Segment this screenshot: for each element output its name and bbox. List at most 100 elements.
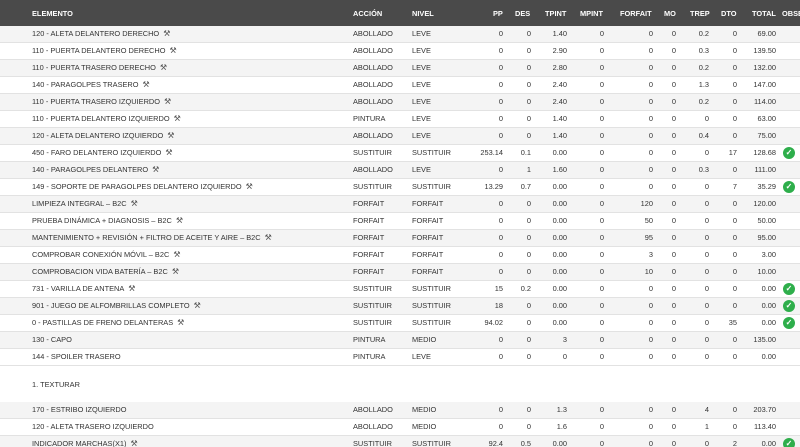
cell-tpint: 3: [563, 336, 567, 344]
cell-dto: 0: [733, 200, 737, 208]
cell-nivel-text: FORFAIT: [412, 233, 444, 242]
cell-mo-text: 0: [671, 318, 676, 327]
table-row[interactable]: 130 - CAPO PINTURA MEDIO 0 0 3 0 0 0 0 0 135.00: [0, 332, 800, 349]
cell-tpint: 0.00: [553, 149, 567, 157]
cell-des: 0: [527, 132, 531, 140]
wrench-icon[interactable]: ⚒: [167, 132, 174, 140]
wrench-icon[interactable]: ⚒: [143, 81, 150, 89]
cell-tpint: 0.00: [553, 234, 567, 242]
cell-tpint-text: 1.60: [552, 165, 567, 174]
table-row[interactable]: 731 - VARILLA DE ANTENA ⚒ SUSTITUIR SUSTITU…: [0, 281, 800, 298]
cell-forfait: 0: [649, 319, 653, 327]
cell-accion-text: ABOLLADO: [353, 422, 393, 431]
table-row[interactable]: 140 - PARAGOLPES DELANTERO ⚒ ABOLLADO LEVE 0…: [0, 162, 800, 179]
wrench-icon[interactable]: ⚒: [130, 440, 137, 447]
table-row[interactable]: LIMPIEZA INTEGRAL – B2C ⚒ FORFAIT FORFAIT 0 0…: [0, 196, 800, 213]
wrench-icon[interactable]: ⚒: [128, 285, 135, 293]
table-row[interactable]: MANTENIMIENTO + REVISIÓN + FILTRO DE ACE…: [0, 230, 800, 247]
cell-trep-text: 1: [704, 422, 709, 431]
header-dto[interactable]: DTO: [721, 9, 736, 18]
wrench-icon[interactable]: ⚒: [160, 64, 167, 72]
cell-trep: 0: [705, 217, 709, 225]
cell-total-text: 113.40: [753, 422, 776, 431]
cell-trep-text: 0: [704, 335, 709, 344]
header-mo[interactable]: MO: [664, 9, 676, 18]
cell-forfait: 0: [649, 423, 653, 431]
header-total[interactable]: TOTAL: [752, 9, 776, 18]
wrench-icon[interactable]: ⚒: [194, 302, 201, 310]
header-obse[interactable]: OBSE: [782, 9, 800, 18]
table-row[interactable]: 170 - ESTRIBO IZQUIERDO ABOLLADO MEDIO 0 0 1.…: [0, 402, 800, 419]
wrench-icon[interactable]: ⚒: [173, 251, 180, 259]
wrench-icon[interactable]: ⚒: [246, 183, 253, 191]
table-row[interactable]: 120 - ALETA DELANTERO DERECHO ⚒ ABOLLADO LE…: [0, 26, 800, 43]
cell-accion-text: ABOLLADO: [353, 405, 393, 414]
cell-forfait: 0: [649, 336, 653, 344]
cell-des: 0: [527, 251, 531, 259]
header-mpint[interactable]: MPINT: [580, 9, 603, 18]
cell-elemento-text: 120 - ALETA TRASERO IZQUIERDO: [32, 422, 154, 431]
cell-nivel: MEDIO: [412, 423, 436, 431]
table-row[interactable]: 110 - PUERTA TRASERO DERECHO ⚒ ABOLLADO LEV…: [0, 60, 800, 77]
cell-accion: FORFAIT: [353, 217, 384, 225]
cell-trep: 0: [705, 200, 709, 208]
table-row[interactable]: COMPROBACION VIDA BATERÍA – B2C ⚒ FORFAIT F…: [0, 264, 800, 281]
table-row[interactable]: PRUEBA DINÁMICA + DIAGNOSIS – B2C ⚒ FORFAI…: [0, 213, 800, 230]
header-tpint[interactable]: TPINT: [545, 9, 566, 18]
cell-dto: 0: [733, 406, 737, 414]
wrench-icon[interactable]: ⚒: [177, 319, 184, 327]
cell-trep: 0.3: [699, 47, 709, 55]
wrench-icon[interactable]: ⚒: [165, 149, 172, 157]
cell-mpint: 0: [600, 47, 604, 55]
wrench-icon[interactable]: ⚒: [169, 47, 176, 55]
cell-mpint: 0: [600, 302, 604, 310]
wrench-icon[interactable]: ⚒: [152, 166, 159, 174]
cell-nivel-text: LEVE: [412, 165, 431, 174]
table-row[interactable]: 120 - ALETA DELANTERO IZQUIERDO ⚒ ABOLLADO…: [0, 128, 800, 145]
cell-mpint-text: 0: [599, 284, 604, 293]
wrench-icon[interactable]: ⚒: [172, 268, 179, 276]
table-row[interactable]: 144 - SPOILER TRASERO PINTURA LEVE 0 0 0 0 0 0 0 0…: [0, 349, 800, 366]
header-pp[interactable]: PP: [493, 9, 503, 18]
header-forfait[interactable]: FORFAIT: [620, 9, 652, 18]
table-row[interactable]: 450 - FARO DELANTERO IZQUIERDO ⚒ SUSTITUIR…: [0, 145, 800, 162]
table-row[interactable]: 110 - PUERTA DELANTERO IZQUIERDO ⚒ PINTURA…: [0, 111, 800, 128]
table-row[interactable]: 110 - PUERTA DELANTERO DERECHO ⚒ ABOLLADO L…: [0, 43, 800, 60]
wrench-icon[interactable]: ⚒: [164, 98, 171, 106]
cell-forfait-text: 0: [648, 165, 653, 174]
cell-nivel: LEVE: [412, 353, 431, 361]
cell-total-text: 132.00: [753, 63, 776, 72]
cell-trep-text: 0: [704, 318, 709, 327]
cell-dto: 0: [733, 81, 737, 89]
cell-pp-text: 0: [498, 199, 503, 208]
table-row[interactable]: 120 - ALETA TRASERO IZQUIERDO ABOLLADO MED…: [0, 419, 800, 436]
header-des[interactable]: DES: [515, 9, 530, 18]
cell-des: 0: [527, 81, 531, 89]
cell-elemento-text: 170 - ESTRIBO IZQUIERDO: [32, 405, 127, 414]
cell-pp-text: 0: [498, 114, 503, 123]
table-row[interactable]: 110 - PUERTA TRASERO IZQUIERDO ⚒ ABOLLADO L…: [0, 94, 800, 111]
wrench-icon[interactable]: ⚒: [163, 30, 170, 38]
cell-mo-text: 0: [671, 97, 676, 106]
table-row[interactable]: 140 - PARAGOLPES TRASERO ⚒ ABOLLADO LEVE 0 0 2…: [0, 77, 800, 94]
cell-elemento: 120 - ALETA TRASERO IZQUIERDO: [32, 423, 154, 431]
wrench-icon[interactable]: ⚒: [174, 115, 181, 123]
cell-tpint-text: 0.00: [552, 182, 567, 191]
wrench-icon[interactable]: ⚒: [131, 200, 138, 208]
header-trep[interactable]: TREP: [690, 9, 710, 18]
wrench-icon[interactable]: ⚒: [265, 234, 272, 242]
table-row[interactable]: COMPROBAR CONEXIÓN MÓVIL – B2C ⚒ FORFAIT FO…: [0, 247, 800, 264]
header-nivel[interactable]: NIVEL: [412, 9, 434, 18]
table-row[interactable]: 149 - SOPORTE DE PARAGOLPES DELANTERO IZ…: [0, 179, 800, 196]
wrench-icon[interactable]: ⚒: [176, 217, 183, 225]
cell-tpint: 2.80: [553, 64, 567, 72]
cell-pp-text: 0: [498, 63, 503, 72]
table-row[interactable]: 901 - JUEGO DE ALFOMBRILLAS COMPLETO ⚒ SUS…: [0, 298, 800, 315]
table-row[interactable]: INDICADOR MARCHAS(X1) ⚒ SUSTITUIR SUSTITUIR…: [0, 436, 800, 447]
cell-mo: 0: [672, 423, 676, 431]
header-accion[interactable]: ACCIÓN: [353, 9, 382, 18]
cell-elemento: PRUEBA DINÁMICA + DIAGNOSIS – B2C ⚒: [32, 217, 183, 225]
header-elemento[interactable]: ELEMENTO: [32, 9, 73, 18]
cell-mpint-text: 0: [599, 46, 604, 55]
table-row[interactable]: 0 - PASTILLAS DE FRENO DELANTERAS ⚒ SUSTIT…: [0, 315, 800, 332]
